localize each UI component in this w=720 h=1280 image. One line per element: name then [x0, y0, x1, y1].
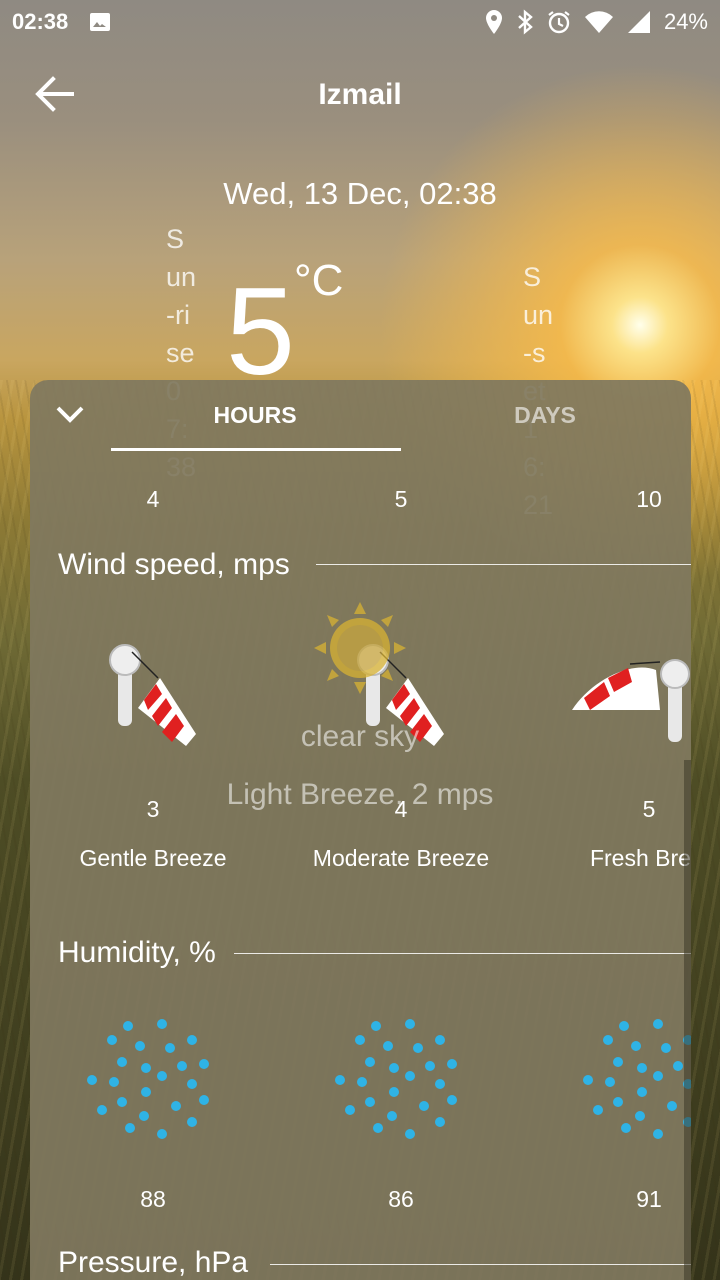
- pressure-section-title: Pressure, hPa: [58, 1246, 249, 1279]
- bluetooth-icon: [516, 9, 534, 35]
- weather-description: clear sky: [300, 720, 420, 753]
- signal-icon: [626, 9, 652, 35]
- humidity-value: 91: [636, 1186, 662, 1212]
- image-icon: [88, 10, 112, 34]
- forecast-sheet[interactable]: HOURS DAYS 4 5 10 Wind speed, mps 3 4 5 …: [30, 380, 691, 1280]
- column-header: 10: [636, 486, 662, 512]
- column-header: 5: [394, 486, 408, 512]
- wind-name: Moderate Breeze: [312, 845, 490, 871]
- wind-section-title: Wind speed, mps: [58, 548, 290, 581]
- current-temperature: 5: [226, 263, 295, 401]
- collapse-button[interactable]: [52, 398, 88, 434]
- current-datetime: Wed, 13 Dec, 02:38: [223, 176, 497, 211]
- humidity-value: 88: [140, 1186, 166, 1212]
- humidity-dots-icon: [86, 1018, 220, 1144]
- tab-days[interactable]: DAYS: [400, 402, 690, 429]
- humidity-section-title: Humidity, %: [58, 936, 216, 969]
- wind-name: Fresh Breeze: [589, 845, 691, 871]
- temperature-unit: °C: [294, 256, 344, 305]
- active-tab-indicator: [111, 448, 401, 451]
- current-wind: Light Breeze, 2 mps: [226, 778, 494, 811]
- section-divider: [316, 564, 691, 565]
- windsock-icon: [570, 652, 690, 772]
- battery-percent: 24%: [663, 9, 708, 34]
- tab-hours[interactable]: HOURS: [110, 402, 400, 429]
- section-divider: [234, 953, 691, 954]
- location-icon: [484, 9, 504, 35]
- status-time: 02:38: [12, 9, 69, 34]
- humidity-dots-icon: [582, 1018, 691, 1144]
- wifi-icon: [584, 10, 614, 34]
- sun-icon: [314, 602, 406, 694]
- column-header: 4: [146, 486, 160, 512]
- status-bar: 02:38 24%: [0, 0, 720, 44]
- humidity-value: 86: [388, 1186, 414, 1212]
- alarm-icon: [546, 9, 572, 35]
- toolbar: Izmail: [0, 56, 720, 136]
- humidity-dots-icon: [334, 1018, 468, 1144]
- city-title: Izmail: [318, 78, 402, 111]
- wind-name: Gentle Breeze: [79, 845, 227, 871]
- section-divider: [270, 1264, 691, 1265]
- chevron-down-icon: [55, 404, 85, 429]
- scrollbar[interactable]: [684, 760, 691, 1280]
